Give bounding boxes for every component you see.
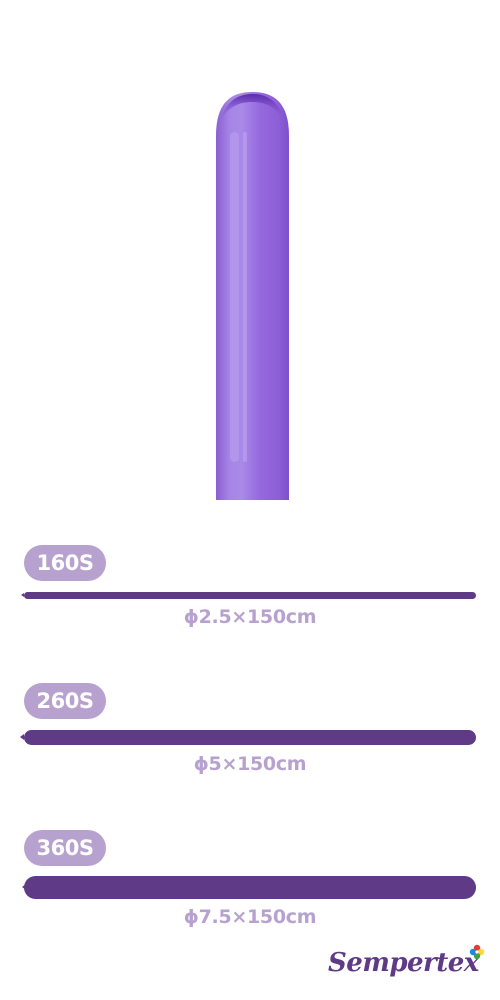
sempertex-flower-icon	[469, 944, 485, 960]
size-bar	[24, 592, 476, 599]
balloon-image	[216, 92, 289, 500]
size-badge: 160S	[24, 545, 106, 581]
size-row-160s: 160S ϕ2.5×150cm	[0, 545, 500, 645]
size-badge: 260S	[24, 683, 106, 719]
brand-logo: Sempertex	[326, 944, 490, 988]
size-row-260s: 260S ϕ5×150cm	[0, 683, 500, 783]
size-bar	[24, 730, 476, 745]
size-bar	[24, 876, 476, 899]
size-badge: 360S	[24, 830, 106, 866]
size-dimensions: ϕ7.5×150cm	[183, 906, 317, 928]
brand-name: Sempertex	[328, 948, 479, 978]
size-row-360s: 360S ϕ7.5×150cm	[0, 830, 500, 930]
size-dimensions: ϕ5×150cm	[193, 753, 307, 775]
size-dimensions: ϕ2.5×150cm	[183, 606, 317, 628]
